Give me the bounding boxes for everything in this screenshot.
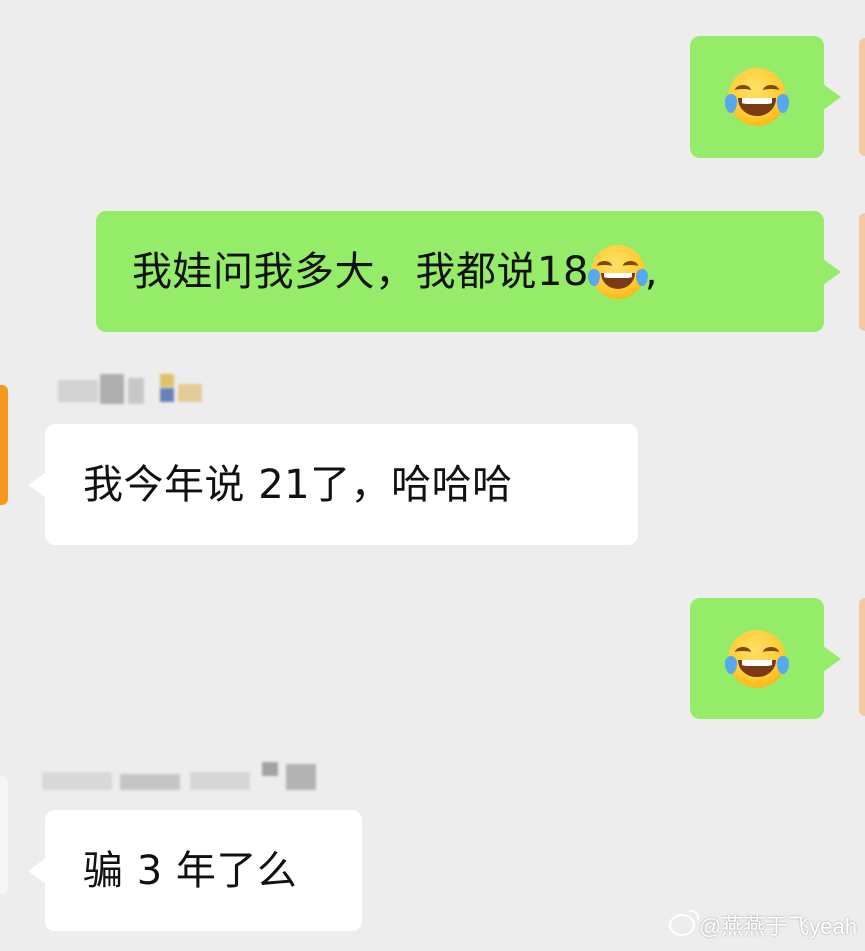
face-with-tears-of-joy-icon — [587, 244, 649, 299]
sender-name-blurred — [40, 762, 316, 798]
message-text: 我今年说 21了，哈哈哈 — [83, 461, 513, 508]
contact-avatar-edge[interactable] — [0, 385, 8, 505]
self-avatar-edge[interactable] — [859, 38, 865, 156]
weibo-icon — [668, 910, 699, 936]
face-with-tears-of-joy-icon — [724, 68, 790, 126]
self-avatar-edge[interactable] — [859, 213, 865, 331]
contact-avatar-edge[interactable] — [0, 776, 8, 894]
message-text: 骗 3 年了么 — [83, 847, 298, 894]
received-text-bubble[interactable]: 骗 3 年了么 — [28, 810, 362, 931]
sent-text-bubble[interactable]: 我娃问我多大，我都说18 , — [96, 211, 841, 332]
watermark-text: @燕燕于飞yeah — [698, 914, 857, 939]
sender-name-blurred — [38, 374, 202, 410]
face-with-tears-of-joy-icon — [724, 629, 790, 688]
sent-emoji-bubble[interactable] — [690, 598, 841, 719]
watermark: @燕燕于飞yeah — [668, 909, 857, 941]
self-avatar-edge[interactable] — [859, 598, 865, 716]
sent-emoji-bubble[interactable] — [690, 36, 841, 158]
received-text-bubble[interactable]: 我今年说 21了，哈哈哈 — [28, 424, 638, 545]
message-text: 我娃问我多大，我都说18 — [132, 248, 589, 295]
